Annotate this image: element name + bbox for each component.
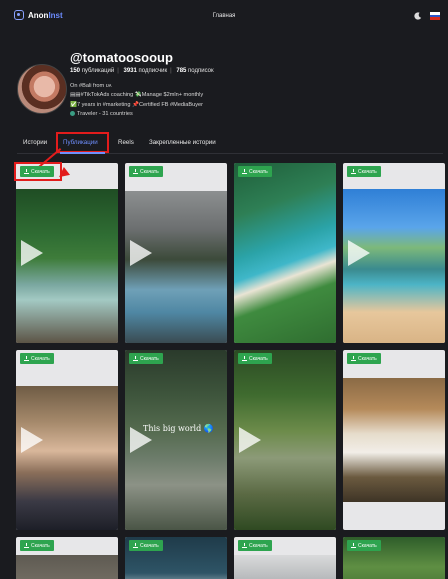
- post-caption: This big world 🌎: [143, 424, 214, 433]
- download-icon: [242, 543, 247, 548]
- download-button[interactable]: Скачать: [20, 540, 54, 551]
- download-icon: [24, 356, 29, 361]
- post-card[interactable]: Скачать: [343, 163, 445, 343]
- play-icon: [21, 427, 43, 453]
- followers-label: подписчик: [138, 68, 168, 74]
- play-icon: [21, 240, 43, 266]
- download-icon: [133, 169, 138, 174]
- bio-line: On #Bali from ᴜᴀ: [70, 83, 112, 89]
- post-card[interactable]: Скачать: [343, 537, 445, 579]
- download-icon: [351, 543, 356, 548]
- post-card[interactable]: Скачать: [234, 350, 336, 530]
- tab-active-indicator: [60, 152, 105, 154]
- download-icon: [351, 169, 356, 174]
- bio-line: ✅7 years in #marketing 📌Certified FB #Me…: [70, 101, 204, 108]
- download-button[interactable]: Скачать: [347, 166, 381, 177]
- avatar: [17, 64, 67, 114]
- post-image: [16, 189, 118, 343]
- post-card[interactable]: Скачать: [16, 350, 118, 530]
- post-image: [234, 163, 336, 343]
- following-count: 785: [176, 68, 187, 74]
- moon-icon[interactable]: [414, 12, 422, 20]
- profile-stats: 150 публикаций | 3931 подписчик | 785 подп…: [70, 68, 214, 74]
- download-icon: [24, 543, 29, 548]
- download-icon: [242, 169, 247, 174]
- download-icon: [242, 356, 247, 361]
- top-bar: Anon Inst Главная: [0, 0, 448, 34]
- profile-bio: On #Bali from ᴜᴀ ▤▤#TikTokAds coaching 💸…: [70, 82, 203, 120]
- post-card[interactable]: Скачать: [16, 537, 118, 579]
- profile-tabs: Истории Публикации Reels Закрепленные ис…: [17, 130, 443, 154]
- download-button[interactable]: Скачать: [238, 353, 272, 364]
- download-button[interactable]: Скачать: [347, 353, 381, 364]
- post-card[interactable]: Скачать: [343, 350, 445, 530]
- download-button[interactable]: Скачать: [129, 353, 163, 364]
- bio-line: Traveler - 31 countries: [70, 110, 203, 119]
- tab-reels[interactable]: Reels: [118, 139, 134, 146]
- flag-ru-icon[interactable]: [430, 12, 440, 21]
- post-image: [343, 378, 445, 502]
- tab-highlights[interactable]: Закрепленные истории: [149, 139, 216, 146]
- download-button[interactable]: Скачать: [238, 166, 272, 177]
- play-icon: [130, 240, 152, 266]
- post-image: [16, 555, 118, 579]
- bio-line: ▤▤#TikTokAds coaching 💸Manage $2mln+ mon…: [70, 92, 204, 99]
- post-image: [343, 189, 445, 343]
- post-card[interactable]: Скачать: [16, 163, 118, 343]
- post-card[interactable]: Скачать This big world 🌎: [125, 350, 227, 530]
- download-button[interactable]: Скачать: [238, 540, 272, 551]
- download-button[interactable]: Скачать: [20, 166, 54, 177]
- tab-highlight-box: [56, 132, 109, 153]
- play-icon: [130, 427, 152, 453]
- post-card[interactable]: Скачать: [125, 163, 227, 343]
- followers-count: 3931: [123, 68, 137, 74]
- post-card[interactable]: Скачать: [125, 537, 227, 579]
- post-image: [234, 555, 336, 579]
- posts-label: публикаций: [81, 68, 115, 74]
- following-label: подписок: [188, 68, 214, 74]
- download-icon: [133, 356, 138, 361]
- globe-icon: [70, 111, 75, 117]
- download-icon: [24, 169, 29, 174]
- download-icon: [351, 356, 356, 361]
- post-card[interactable]: Скачать: [234, 163, 336, 343]
- play-icon: [239, 427, 261, 453]
- play-icon: [348, 240, 370, 266]
- download-button[interactable]: Скачать: [129, 166, 163, 177]
- profile-username: @tomatoosooup: [70, 50, 173, 65]
- download-button[interactable]: Скачать: [129, 540, 163, 551]
- download-icon: [133, 543, 138, 548]
- download-button[interactable]: Скачать: [347, 540, 381, 551]
- download-button[interactable]: Скачать: [20, 353, 54, 364]
- tab-stories[interactable]: Истории: [23, 139, 47, 146]
- nav-home-link[interactable]: Главная: [0, 13, 448, 19]
- post-image: [16, 386, 118, 530]
- post-image: [125, 191, 227, 343]
- post-card[interactable]: Скачать: [234, 537, 336, 579]
- posts-count: 150: [70, 68, 81, 74]
